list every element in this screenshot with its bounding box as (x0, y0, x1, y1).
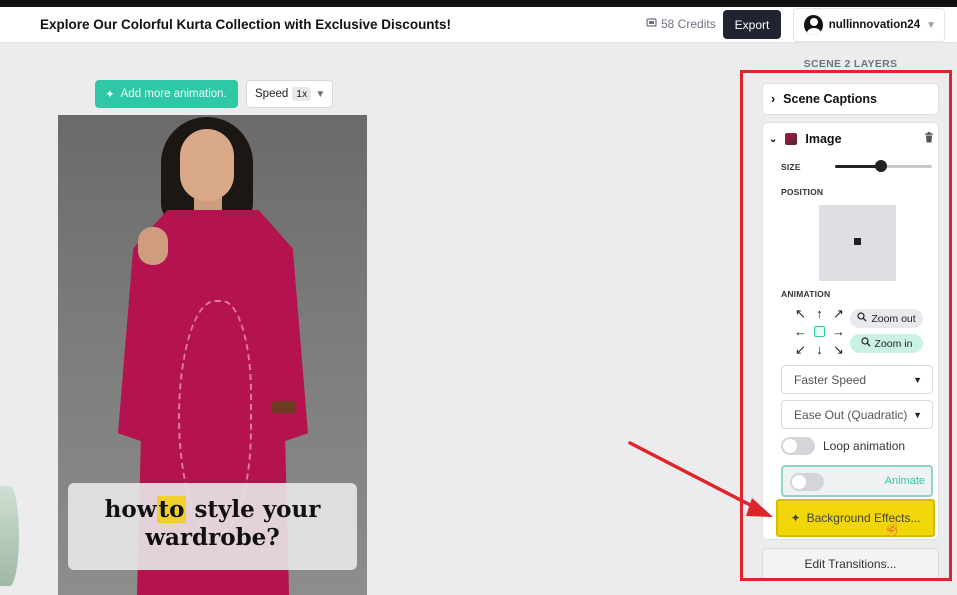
avatar-icon (804, 15, 823, 35)
animation-label: ANIMATION (781, 289, 831, 299)
model-hand (138, 227, 168, 265)
add-animation-label: Add more animation. (120, 88, 227, 100)
chevron-down-icon: ▼ (913, 374, 922, 385)
chevron-down-icon: ▼ (926, 19, 936, 31)
zoom-icon (860, 337, 871, 350)
sparkle-icon: ✦ (105, 89, 115, 101)
hand-cursor-icon: ☝ (882, 520, 902, 537)
arrow-down-left-icon[interactable]: ↙ (791, 341, 810, 359)
add-animation-button[interactable]: ✦ Add more animation. (95, 80, 238, 108)
animation-speed-select[interactable]: Faster Speed ▼ (781, 365, 933, 394)
background-effects-button[interactable]: ✦ Background Effects... (776, 499, 935, 537)
chevron-down-icon: ▼ (913, 409, 922, 420)
speed-select[interactable]: Speed 1x ▼ (246, 80, 333, 108)
caption-word: your (262, 496, 321, 523)
center-direction-icon[interactable] (810, 323, 829, 341)
arrow-left-icon[interactable]: ← (791, 323, 810, 341)
animate-label: Animate (884, 475, 925, 487)
position-pad[interactable] (819, 205, 896, 281)
size-slider-handle[interactable] (874, 160, 887, 172)
animate-toggle[interactable] (790, 473, 824, 491)
scene-captions-row[interactable]: › Scene Captions (762, 83, 939, 115)
loop-animation-label: Loop animation (823, 439, 906, 453)
header-bar: Explore Our Colorful Kurta Collection wi… (0, 7, 957, 43)
bangle (272, 401, 296, 413)
image-layer-card: ⌄ Image SIZE POSITION ANIMATION ↖ ↑ ↗ ← … (762, 122, 939, 540)
chevron-right-icon: › (771, 92, 776, 106)
trash-icon[interactable] (924, 132, 934, 146)
user-menu[interactable]: nullinnovation24 ▼ (793, 8, 945, 42)
arrow-down-right-icon[interactable]: ↘ (829, 341, 848, 359)
chevron-down-icon: ▼ (315, 88, 326, 100)
size-label: SIZE (781, 162, 801, 172)
scene-thumbnail[interactable] (0, 486, 19, 586)
arrow-up-right-icon[interactable]: ↗ (829, 305, 848, 323)
size-slider-fill (835, 165, 881, 168)
sparkle-icon: ✦ (790, 511, 801, 525)
speed-label: Speed (255, 88, 289, 100)
size-slider[interactable] (835, 160, 932, 172)
image-layer-header[interactable]: ⌄ Image (769, 132, 934, 146)
background-effects-label: Background Effects... (806, 511, 921, 525)
easing-value: Ease Out (Quadratic) (794, 407, 908, 422)
scene-caption[interactable]: howto style your wardrobe? (68, 483, 357, 570)
zoom-out-label: Zoom out (871, 312, 916, 325)
scene-controls: ✦ Add more animation. Speed 1x ▼ (95, 80, 333, 109)
panel-title: SCENE 2 LAYERS (803, 58, 898, 70)
direction-grid: ↖ ↑ ↗ ← → ↙ ↓ ↘ (791, 305, 851, 357)
position-label: POSITION (781, 187, 824, 197)
project-title[interactable]: Explore Our Colorful Kurta Collection wi… (40, 17, 451, 32)
image-thumbnail-icon (785, 133, 798, 145)
export-button[interactable]: Export (723, 10, 781, 39)
username-label: nullinnovation24 (828, 19, 921, 31)
caption-word-highlighted: to (156, 496, 187, 523)
arrow-up-icon[interactable]: ↑ (810, 305, 829, 323)
caption-word: how (104, 496, 157, 523)
speed-value: 1x (292, 87, 312, 101)
zoom-icon (857, 312, 867, 325)
arrow-right-icon[interactable]: → (829, 323, 848, 341)
caption-word: wardrobe? (145, 524, 280, 551)
caption-word: style (194, 496, 255, 523)
position-marker[interactable] (854, 238, 861, 245)
zoom-in-button[interactable]: Zoom in (850, 334, 923, 353)
window-top-bar (0, 0, 957, 7)
credits-indicator[interactable]: 58 Credits (646, 17, 716, 31)
image-layer-label: Image (805, 132, 842, 146)
edit-transitions-button[interactable]: Edit Transitions... (762, 548, 939, 580)
credits-icon (646, 17, 657, 31)
chevron-down-icon: ⌄ (769, 133, 778, 145)
credits-label: 58 Credits (661, 17, 716, 31)
animation-speed-value: Faster Speed (794, 372, 867, 387)
zoom-in-label: Zoom in (874, 337, 913, 350)
model-face (180, 129, 234, 201)
animate-row: Animate (781, 465, 933, 497)
loop-animation-toggle[interactable] (781, 437, 815, 455)
loop-animation-row: Loop animation (781, 437, 905, 455)
easing-select[interactable]: Ease Out (Quadratic) ▼ (781, 400, 933, 429)
scene-captions-label: Scene Captions (783, 92, 877, 106)
zoom-out-button[interactable]: Zoom out (850, 309, 923, 328)
arrow-up-left-icon[interactable]: ↖ (791, 305, 810, 323)
arrow-down-icon[interactable]: ↓ (810, 341, 829, 359)
